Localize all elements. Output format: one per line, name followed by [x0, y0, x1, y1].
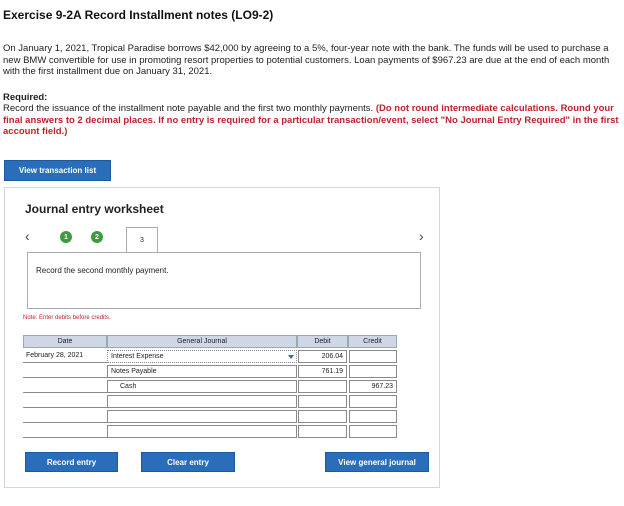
row-6-date — [23, 424, 107, 438]
col-header-date: Date — [23, 335, 107, 348]
col-header-debit: Debit — [297, 335, 348, 348]
problem-intro: On January 1, 2021, Tropical Paradise bo… — [3, 43, 610, 77]
row-6-account-select[interactable] — [107, 425, 297, 438]
clear-entry-button[interactable]: Clear entry — [141, 452, 235, 472]
row-2-date — [23, 364, 107, 378]
row-4-credit-input[interactable] — [349, 395, 397, 408]
step-2-badge[interactable]: 2 — [91, 231, 103, 243]
row-3-credit-input[interactable]: 967.23 — [349, 380, 397, 393]
row-5-debit-input[interactable] — [298, 410, 347, 423]
record-entry-button[interactable]: Record entry — [25, 452, 118, 472]
worksheet-title: Journal entry worksheet — [25, 202, 164, 216]
row-3-date — [23, 379, 107, 393]
step-3-tab[interactable]: 3 — [126, 227, 158, 252]
required-text: Record the issuance of the installment n… — [3, 103, 619, 138]
row-1-credit-input[interactable] — [349, 350, 397, 363]
view-transaction-list-button[interactable]: View transaction list — [4, 160, 111, 181]
row-3-account-select[interactable]: Cash — [107, 380, 297, 393]
row-1-debit-input[interactable]: 206.04 — [298, 350, 347, 363]
page-title: Exercise 9-2A Record Installment notes (… — [3, 8, 274, 22]
row-1-account-select[interactable]: Interest Expense — [107, 350, 297, 363]
row-3-debit-input[interactable] — [298, 380, 347, 393]
row-5-account-select[interactable] — [107, 410, 297, 423]
required-instructions: Record the issuance of the installment n… — [3, 103, 376, 114]
chevron-right-icon[interactable]: › — [419, 228, 424, 244]
debit-credit-note: Note: Enter debits before credits. — [23, 315, 111, 321]
journal-entry-worksheet: Journal entry worksheet ‹ › 1 2 3 Record… — [4, 187, 440, 488]
row-4-debit-input[interactable] — [298, 395, 347, 408]
col-header-journal: General Journal — [107, 335, 297, 348]
row-5-credit-input[interactable] — [349, 410, 397, 423]
instruction-box: Record the second monthly payment. — [27, 252, 421, 309]
row-2-account-select[interactable]: Notes Payable — [107, 365, 297, 378]
chevron-down-icon[interactable] — [288, 355, 294, 359]
row-2-debit-input[interactable]: 761.19 — [298, 365, 347, 378]
view-general-journal-button[interactable]: View general journal — [325, 452, 429, 472]
row-4-date — [23, 394, 107, 408]
row-1-date: February 28, 2021 — [23, 349, 107, 363]
row-2-credit-input[interactable] — [349, 365, 397, 378]
row-6-debit-input[interactable] — [298, 425, 347, 438]
col-header-credit: Credit — [348, 335, 397, 348]
required-heading: Required: — [3, 92, 48, 103]
row-4-account-select[interactable] — [107, 395, 297, 408]
row-5-date — [23, 409, 107, 423]
row-6-credit-input[interactable] — [349, 425, 397, 438]
step-1-badge[interactable]: 1 — [60, 231, 72, 243]
instruction-text: Record the second monthly payment. — [36, 266, 169, 275]
chevron-left-icon[interactable]: ‹ — [25, 228, 30, 244]
